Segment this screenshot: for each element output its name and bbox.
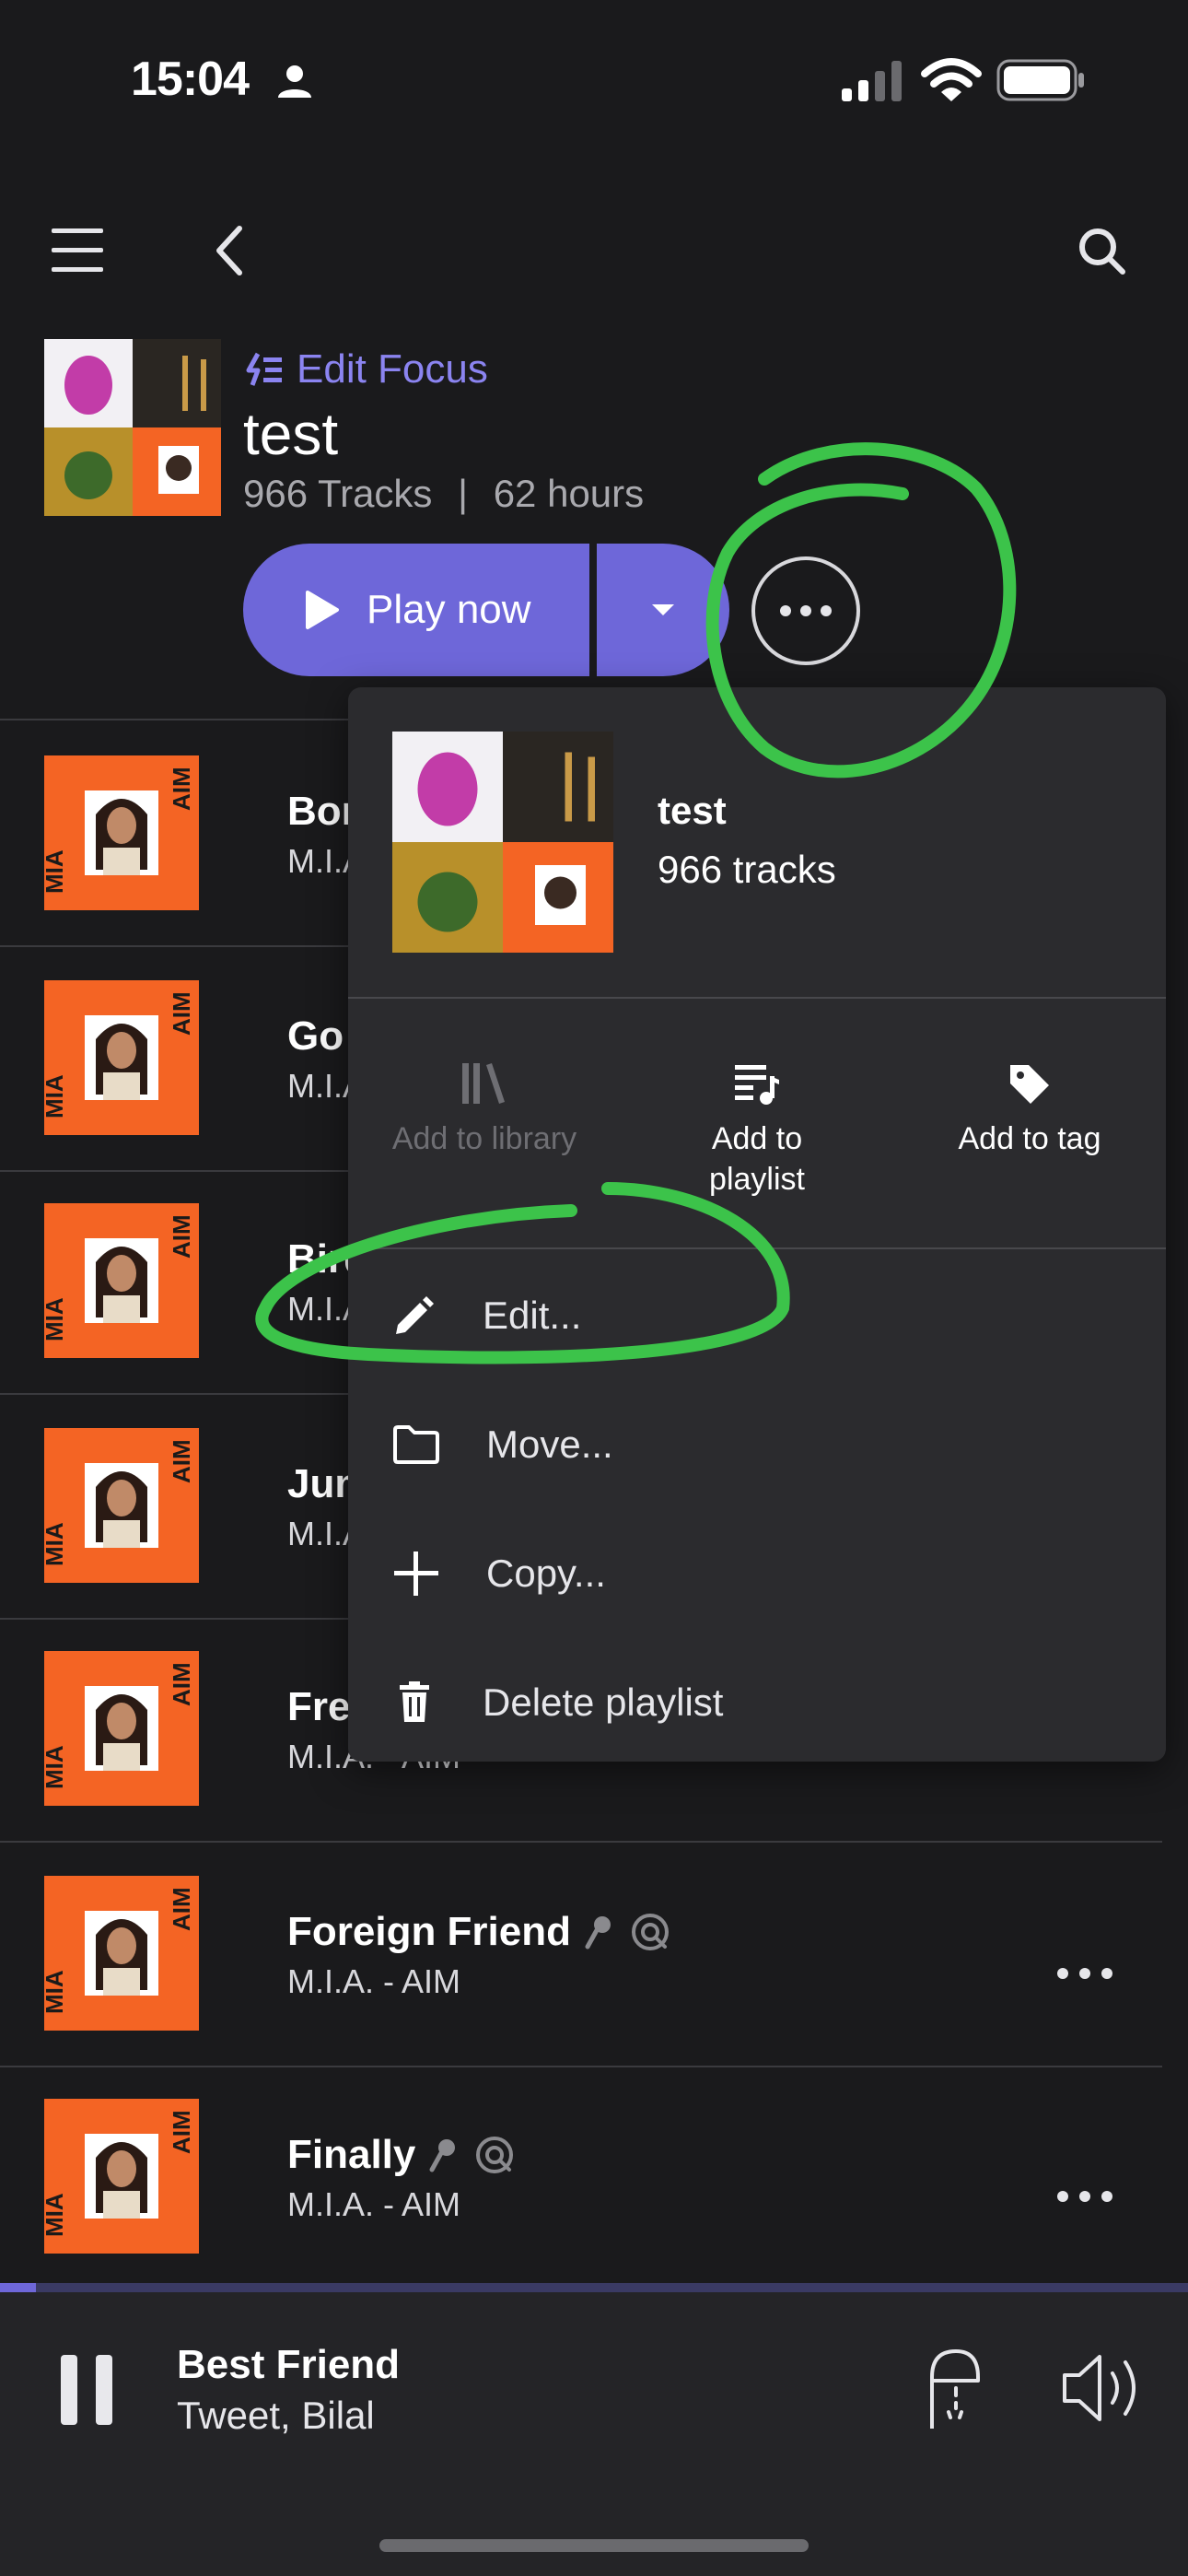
svg-text:AIM: AIM — [168, 1662, 195, 1706]
svg-text:MIA: MIA — [44, 1522, 68, 1566]
folder-icon — [393, 1425, 439, 1464]
track-title[interactable]: Go — [287, 1013, 344, 1060]
menu-icon[interactable] — [41, 214, 114, 287]
track-title-text: Bor — [287, 789, 357, 834]
pencil-icon — [396, 1296, 434, 1334]
playlist-add-icon — [735, 1065, 779, 1105]
track-title-text: Go — [287, 1013, 344, 1059]
svg-text:AIM: AIM — [168, 1214, 195, 1259]
plus-icon — [394, 1551, 438, 1596]
copy-menu-item[interactable]: Copy... — [348, 1509, 1166, 1638]
progress-track[interactable] — [0, 2283, 1188, 2292]
add-to-playlist-button[interactable]: Add to playlist — [621, 1061, 893, 1200]
svg-text:MIA: MIA — [44, 1297, 68, 1341]
edit-focus-label: Edit Focus — [297, 346, 488, 392]
track-divider — [0, 2066, 1162, 2067]
edit-focus-button[interactable]: Edit Focus — [245, 346, 488, 392]
track-title[interactable]: Bor — [287, 789, 357, 835]
signal-icon — [842, 61, 902, 101]
svg-text:AIM: AIM — [168, 767, 195, 811]
cast-icon[interactable] — [921, 2344, 985, 2432]
meta-separator: | — [458, 472, 469, 515]
trash-icon — [400, 1681, 429, 1722]
track-subtitle: M.I.A. - AIM — [287, 2185, 461, 2223]
track-title[interactable]: Finally — [287, 2132, 515, 2178]
playlist-meta: 966 Tracks | 62 hours — [243, 472, 644, 516]
copy-label: Copy... — [486, 1551, 606, 1595]
track-count: 966 Tracks — [243, 472, 433, 515]
play-now-label: Play now — [367, 587, 531, 632]
track-title-text: Foreign Friend — [287, 1909, 571, 1954]
move-menu-item[interactable]: Move... — [348, 1380, 1166, 1509]
pause-icon[interactable] — [61, 2355, 120, 2425]
more-options-button[interactable] — [751, 556, 860, 665]
microphone-icon — [429, 2139, 456, 2172]
svg-text:MIA: MIA — [44, 1074, 68, 1118]
now-playing-title: Best Friend — [177, 2342, 401, 2387]
track-divider — [0, 1841, 1162, 1843]
dropdown-icon — [652, 604, 674, 615]
svg-text:MIA: MIA — [44, 1970, 68, 2014]
play-now-button[interactable]: Play now — [243, 544, 589, 676]
track-artwork: MIA AIM — [44, 1651, 199, 1806]
track-more-icon[interactable] — [1048, 1955, 1122, 1992]
svg-text:AIM: AIM — [168, 1439, 195, 1483]
track-artwork: MIA AIM — [44, 1876, 199, 2031]
move-label: Move... — [486, 1423, 613, 1466]
tag-icon — [1010, 1065, 1049, 1104]
battery-icon — [996, 59, 1084, 101]
progress-fill — [0, 2283, 36, 2292]
add-to-tag-button[interactable]: Add to tag — [893, 1061, 1166, 1159]
track-artwork: MIA AIM — [44, 980, 199, 1135]
search-icon[interactable] — [1065, 214, 1138, 287]
svg-text:AIM: AIM — [168, 991, 195, 1036]
track-artwork: MIA AIM — [44, 1203, 199, 1358]
playlist-artwork — [44, 339, 221, 516]
volume-icon[interactable] — [1059, 2351, 1147, 2425]
add-to-playlist-line1: Add to — [711, 1121, 803, 1156]
svg-text:AIM: AIM — [168, 1887, 195, 1931]
wifi-icon — [921, 58, 982, 101]
now-playing-artist: Tweet, Bilal — [177, 2394, 375, 2437]
add-to-playlist-line2: playlist — [709, 1162, 805, 1197]
track-subtitle: M.I.A. - AIM — [287, 1962, 461, 2000]
delete-playlist-label: Delete playlist — [483, 1680, 724, 1724]
svg-text:MIA: MIA — [44, 1745, 68, 1789]
microphone-icon — [585, 1916, 611, 1950]
library-icon — [462, 1063, 505, 1104]
edit-label: Edit... — [483, 1294, 582, 1337]
delete-playlist-menu-item[interactable]: Delete playlist — [348, 1638, 1166, 1767]
svg-text:AIM: AIM — [168, 2110, 195, 2154]
focus-icon — [246, 352, 282, 386]
person-icon — [278, 65, 311, 98]
sonic-icon — [632, 1914, 669, 1950]
menu-divider — [348, 1247, 1166, 1249]
menu-playlist-artwork — [392, 732, 613, 953]
add-to-library-label: Add to library — [391, 1121, 577, 1156]
track-more-icon[interactable] — [1048, 2178, 1122, 2215]
track-artwork: MIA AIM — [44, 755, 199, 910]
duration: 62 hours — [493, 472, 645, 515]
add-to-library-button[interactable]: Add to library — [348, 1061, 621, 1159]
track-title[interactable]: Foreign Friend — [287, 1909, 670, 1955]
svg-text:MIA: MIA — [44, 2193, 68, 2237]
back-icon[interactable] — [193, 214, 267, 287]
add-to-tag-label: Add to tag — [958, 1121, 1101, 1156]
play-icon — [306, 591, 339, 629]
svg-text:MIA: MIA — [44, 849, 68, 894]
track-artwork: MIA AIM — [44, 1428, 199, 1583]
playlist-title: test — [243, 401, 339, 467]
status-time: 15:04 — [131, 53, 250, 106]
more-icon — [780, 605, 832, 616]
track-title-text: Finally — [287, 2132, 416, 2177]
home-indicator — [379, 2539, 809, 2552]
sonic-icon — [476, 2137, 514, 2173]
edit-menu-item[interactable]: Edit... — [348, 1251, 1166, 1380]
context-menu: test 966 tracks Add to library Add to pl… — [348, 687, 1166, 1762]
menu-subtitle: 966 tracks — [658, 848, 836, 891]
play-options-dropdown[interactable] — [597, 544, 729, 676]
menu-divider — [348, 997, 1166, 999]
menu-title: test — [658, 789, 727, 832]
track-artwork: MIA AIM — [44, 2099, 199, 2254]
